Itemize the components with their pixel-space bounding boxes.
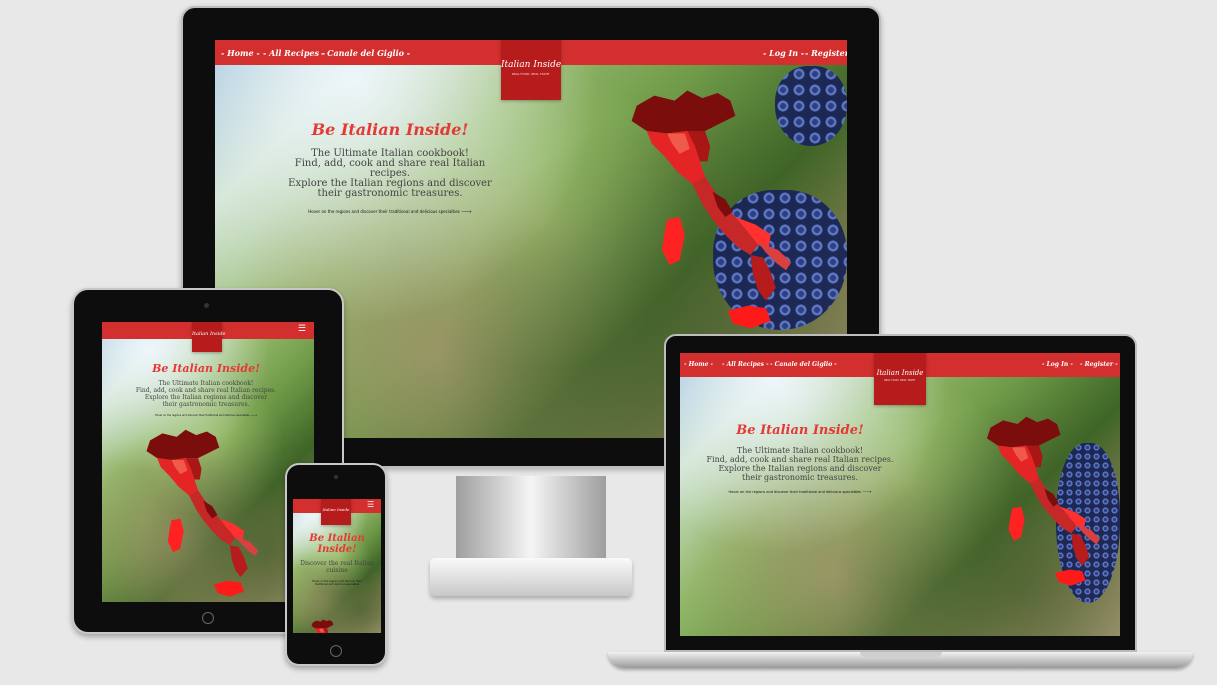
phone-home-button[interactable] bbox=[330, 645, 342, 657]
phone-hero-line-2: cuisine bbox=[326, 567, 348, 574]
phone-hero: Be Italian Inside! Discover the real Ita… bbox=[297, 533, 377, 586]
phone-italy-regions-map[interactable] bbox=[305, 619, 349, 633]
hero-section: Be Italian Inside! The Ultimate Italian … bbox=[275, 120, 505, 214]
nav-all-recipes-link[interactable]: - All Recipes - bbox=[263, 48, 325, 58]
tablet-logo-title: Italian Inside bbox=[192, 331, 226, 337]
tablet-logo[interactable]: Italian Inside bbox=[192, 322, 226, 352]
laptop-nav-all-recipes-link[interactable]: - All Recipes - bbox=[722, 361, 769, 368]
tablet-screen: Italian Inside ☰ Be Italian Inside! The … bbox=[102, 322, 314, 602]
laptop-logo-subtitle: REAL FOOD. REAL TASTE. bbox=[884, 379, 916, 382]
laptop-trackpad-notch bbox=[860, 652, 942, 657]
laptop-hero: Be Italian Inside! The Ultimate Italian … bbox=[700, 423, 900, 494]
tablet-italy-regions-map[interactable] bbox=[120, 428, 276, 602]
laptop-hover-hint: Hover on the regions and discover their … bbox=[728, 490, 872, 494]
tablet-hero-line-4: their gastronomic treasures. bbox=[162, 401, 250, 408]
hero-title: Be Italian Inside! bbox=[311, 120, 469, 139]
monitor-stand bbox=[456, 476, 606, 562]
hamburger-menu-icon[interactable]: ☰ bbox=[298, 324, 306, 334]
nav-canale-del-giglio-link[interactable]: - Canale del Giglio - bbox=[321, 48, 410, 58]
phone-logo[interactable]: Italian Inside bbox=[321, 499, 351, 525]
phone-hamburger-menu-icon[interactable]: ☰ bbox=[367, 500, 374, 509]
hero-line-2: Find, add, cook and share real Italian r… bbox=[294, 158, 486, 179]
laptop-hero-line-2: Find, add, cook and share real Italian r… bbox=[706, 455, 894, 464]
hero-line-4: their gastronomic treasures. bbox=[317, 188, 463, 199]
tablet-hero-line-1: The Ultimate Italian cookbook! bbox=[158, 380, 254, 387]
phone-logo-title: Italian Inside bbox=[322, 507, 350, 512]
logo-title: Italian Inside bbox=[501, 60, 562, 70]
phone-hero-line-1: Discover the real Italian bbox=[300, 560, 374, 567]
tablet-hover-hint: Hover on the regions and discover their … bbox=[154, 414, 258, 417]
laptop-hero-line-4: their gastronomic treasures. bbox=[741, 473, 859, 482]
laptop-screen: - Home - - All Recipes - - Canale del Gi… bbox=[680, 353, 1120, 636]
nav-home-link[interactable]: - Home - bbox=[221, 48, 260, 58]
tablet-hero-line-3: Explore the Italian regions and discover bbox=[144, 394, 268, 401]
nav-log-in-link[interactable]: - Log In - bbox=[763, 48, 804, 58]
phone-screen: Italian Inside ☰ Be Italian Inside! Disc… bbox=[293, 499, 381, 633]
italy-regions-map[interactable] bbox=[609, 88, 801, 336]
laptop-nav-register-link[interactable]: - Register - bbox=[1080, 361, 1118, 368]
phone-camera bbox=[334, 475, 338, 479]
nav-register-link[interactable]: - Register - bbox=[805, 48, 847, 58]
laptop-nav-home-link[interactable]: - Home - bbox=[684, 361, 713, 368]
hover-hint: Hover on the regions and discover their … bbox=[308, 209, 472, 214]
tablet-home-button[interactable] bbox=[202, 612, 214, 624]
laptop-hero-line-1: The Ultimate Italian cookbook! bbox=[736, 446, 864, 455]
monitor-base bbox=[430, 558, 632, 596]
site-logo[interactable]: Italian Inside REAL FOOD. REAL TASTE. bbox=[501, 40, 561, 100]
smartphone: Italian Inside ☰ Be Italian Inside! Disc… bbox=[285, 463, 387, 666]
laptop-nav-log-in-link[interactable]: - Log In - bbox=[1042, 361, 1073, 368]
phone-hover-hint-2: traditional and delicious specialties bbox=[314, 583, 360, 586]
laptop: - Home - - All Recipes - - Canale del Gi… bbox=[664, 334, 1137, 652]
tablet-hero-title: Be Italian Inside! bbox=[152, 362, 260, 375]
logo-subtitle: REAL FOOD. REAL TASTE. bbox=[511, 72, 551, 76]
laptop-italy-regions-map[interactable] bbox=[964, 415, 1114, 591]
laptop-hero-title: Be Italian Inside! bbox=[736, 423, 864, 438]
tablet-hero-line-2: Find, add, cook and share real Italian r… bbox=[135, 387, 277, 394]
laptop-logo-title: Italian Inside bbox=[876, 369, 924, 377]
laptop-hero-line-3: Explore the Italian regions and discover bbox=[718, 464, 882, 473]
tablet-camera bbox=[204, 303, 209, 308]
phone-hero-title-1: Be Italian bbox=[309, 533, 365, 544]
laptop-nav-canale-link[interactable]: - Canale del Giglio - bbox=[770, 361, 837, 368]
phone-hero-title-2: Inside! bbox=[317, 544, 357, 555]
tablet-hero: Be Italian Inside! The Ultimate Italian … bbox=[116, 362, 296, 417]
laptop-logo[interactable]: Italian Inside REAL FOOD. REAL TASTE. bbox=[874, 353, 926, 405]
